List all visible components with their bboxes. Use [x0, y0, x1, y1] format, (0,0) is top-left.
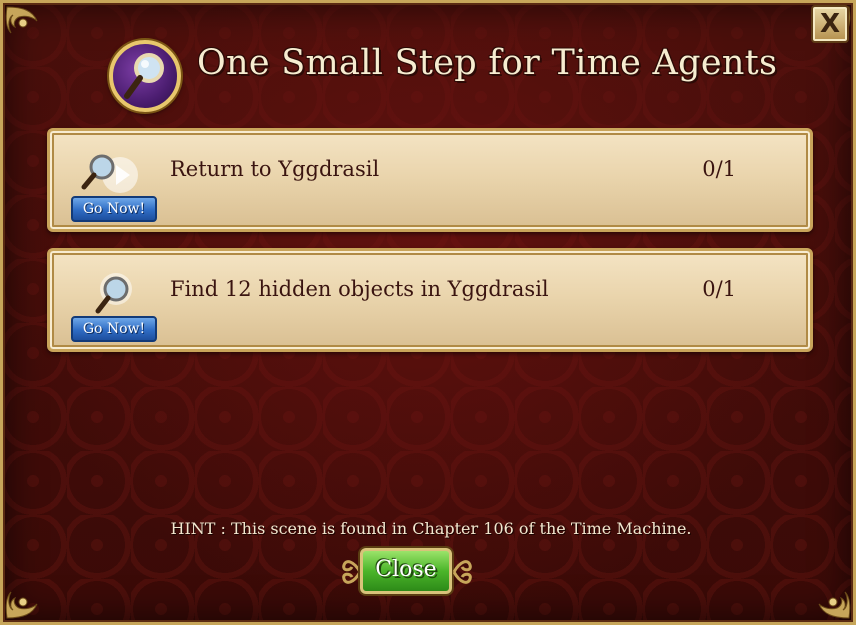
- task-label: Return to Yggdrasil: [170, 157, 380, 181]
- corner-ornament: [3, 568, 57, 622]
- quest-dialog: X One Small Step for Time Agents Go Now!…: [0, 0, 856, 625]
- dialog-title: One Small Step for Time Agents: [197, 43, 778, 83]
- task-progress: 0/1: [702, 157, 736, 181]
- magnifying-glass-icon: [109, 40, 181, 112]
- go-now-button[interactable]: Go Now!: [71, 316, 157, 342]
- close-button[interactable]: Close: [360, 548, 452, 594]
- task-label: Find 12 hidden objects in Yggdrasil: [170, 277, 549, 301]
- task-progress: 0/1: [702, 277, 736, 301]
- hint-text: HINT : This scene is found in Chapter 10…: [170, 519, 692, 538]
- task-row: Go Now! Return to Yggdrasil 0/1: [47, 128, 813, 232]
- flourish-icon: [452, 555, 474, 589]
- go-now-button[interactable]: Go Now!: [71, 196, 157, 222]
- corner-ornament: [799, 568, 853, 622]
- corner-ornament: [3, 3, 57, 57]
- flourish-icon: [340, 555, 362, 589]
- close-x-button[interactable]: X: [811, 5, 849, 43]
- task-row: Go Now! Find 12 hidden objects in Yggdra…: [47, 248, 813, 352]
